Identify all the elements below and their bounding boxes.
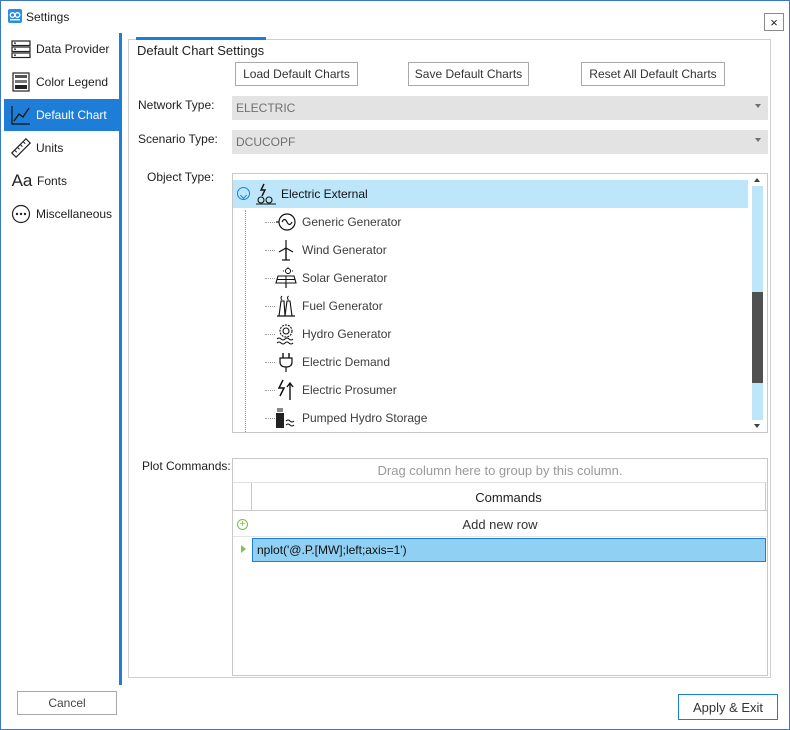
tree-item-fuel-generator[interactable]: Fuel Generator	[233, 292, 748, 320]
tree-item-electric-prosumer[interactable]: Electric Prosumer	[233, 376, 748, 404]
window-title: Settings	[26, 10, 70, 24]
ellipsis-circle-icon	[10, 203, 32, 225]
tree-item-label: Fuel Generator	[302, 299, 383, 313]
reset-all-default-charts-button[interactable]: Reset All Default Charts	[581, 62, 725, 86]
pumped-hydro-icon	[276, 408, 295, 428]
tree-item-label: Solar Generator	[302, 271, 388, 285]
color-legend-icon	[10, 71, 32, 93]
ruler-icon	[10, 137, 32, 159]
object-type-tree: Electric External Generic Generator Wind…	[232, 173, 768, 433]
generic-generator-icon	[276, 213, 296, 231]
sidebar-item-fonts[interactable]: Aa Fonts	[4, 165, 119, 197]
tree-connector	[265, 418, 275, 419]
tree-item-label: Generic Generator	[302, 215, 402, 229]
electric-external-icon	[256, 183, 276, 205]
add-new-row-label: Add new row	[462, 516, 538, 532]
add-icon: +	[237, 519, 248, 530]
tree-connector	[265, 222, 275, 223]
plot-commands-grid: Drag column here to group by this column…	[232, 458, 768, 676]
sidebar-item-label: Default Chart	[36, 108, 107, 122]
scrollbar-thumb[interactable]	[752, 292, 763, 383]
sidebar-item-miscellaneous[interactable]: Miscellaneous	[4, 198, 119, 230]
tree-connector	[265, 306, 275, 307]
tree-item-generic-generator[interactable]: Generic Generator	[233, 208, 748, 236]
settings-window: Settings × Data Provider Color Legend De…	[0, 0, 790, 730]
wind-turbine-icon	[278, 240, 294, 261]
sidebar-item-units[interactable]: Units	[4, 132, 119, 164]
collapse-icon[interactable]	[237, 187, 250, 200]
load-default-charts-button[interactable]: Load Default Charts	[235, 62, 358, 86]
tree-item-hydro-generator[interactable]: Hydro Generator	[233, 320, 748, 348]
tree-item-electric-demand[interactable]: Electric Demand	[233, 348, 748, 376]
scenario-type-select[interactable]: DCUCOPF	[232, 130, 768, 154]
save-default-charts-button[interactable]: Save Default Charts	[408, 62, 529, 86]
tree-connector	[265, 250, 275, 251]
add-new-row-button[interactable]: + Add new row	[233, 512, 767, 537]
sidebar-item-label: Fonts	[37, 174, 68, 188]
apply-exit-button[interactable]: Apply & Exit	[678, 694, 778, 720]
tree-item-label: Electric External	[281, 187, 368, 201]
tree-connector	[265, 390, 275, 391]
scroll-up-icon[interactable]	[749, 174, 766, 186]
fuel-plant-icon	[277, 295, 295, 317]
hydro-generator-icon	[276, 324, 294, 345]
tree-item-wind-generator[interactable]: Wind Generator	[233, 236, 748, 264]
command-cell[interactable]: nplot('@.P.[MW];left;axis=1')	[252, 538, 766, 562]
cancel-button[interactable]: Cancel	[17, 691, 117, 715]
tree-item-solar-generator[interactable]: Solar Generator	[233, 264, 748, 292]
sidebar-item-label: Units	[36, 141, 64, 155]
network-type-label: Network Type:	[138, 98, 215, 112]
object-type-label: Object Type:	[147, 170, 215, 184]
sidebar-item-color-legend[interactable]: Color Legend	[4, 66, 119, 98]
close-button[interactable]: ×	[764, 13, 784, 31]
close-icon: ×	[770, 14, 778, 30]
app-logo-icon	[8, 9, 22, 23]
plot-commands-label: Plot Commands:	[142, 459, 231, 473]
sidebar-divider	[119, 33, 122, 685]
page-title: Default Chart Settings	[137, 43, 265, 58]
solar-panel-icon	[275, 267, 297, 288]
sidebar-item-default-chart[interactable]: Default Chart	[4, 99, 119, 131]
tree-item-label: Electric Prosumer	[302, 383, 397, 397]
sidebar-item-label: Miscellaneous	[36, 207, 113, 221]
scroll-down-icon[interactable]	[749, 420, 766, 432]
tree-scrollbar[interactable]	[749, 174, 766, 432]
sidebar-item-label: Color Legend	[36, 75, 109, 89]
chevron-down-icon	[755, 104, 761, 108]
tree-item-label: Electric Demand	[302, 355, 391, 369]
title-bar: Settings ×	[1, 1, 789, 33]
sidebar-item-data-provider[interactable]: Data Provider	[4, 33, 119, 65]
chevron-down-icon	[755, 138, 761, 142]
network-type-select[interactable]: ELECTRIC	[232, 96, 768, 120]
network-type-value: ELECTRIC	[236, 101, 296, 115]
grid-header-indent	[233, 483, 252, 511]
tree-item-electric-external[interactable]: Electric External	[233, 180, 748, 208]
tree-item-pumped-hydro-storage[interactable]: Pumped Hydro Storage	[233, 404, 748, 432]
tree-item-label: Hydro Generator	[302, 327, 392, 341]
server-stack-icon	[10, 38, 32, 60]
sidebar-item-label: Data Provider	[36, 42, 110, 56]
commands-column-header[interactable]: Commands	[252, 483, 766, 511]
tree-connector	[265, 278, 275, 279]
scenario-type-label: Scenario Type:	[138, 132, 218, 146]
prosumer-icon	[277, 379, 294, 400]
plug-icon	[279, 353, 293, 372]
group-by-panel[interactable]: Drag column here to group by this column…	[233, 459, 767, 483]
scenario-type-value: DCUCOPF	[236, 135, 296, 149]
tree-item-label: Pumped Hydro Storage	[302, 411, 428, 425]
grid-header: Commands	[233, 483, 767, 511]
tree-connector	[265, 334, 275, 335]
row-indicator-icon	[233, 538, 252, 562]
table-row[interactable]: nplot('@.P.[MW];left;axis=1')	[233, 538, 767, 562]
settings-sidebar: Data Provider Color Legend Default Chart…	[4, 33, 119, 683]
font-aa-icon: Aa	[11, 171, 33, 190]
tree-item-label: Wind Generator	[302, 243, 387, 257]
line-chart-icon	[10, 104, 32, 126]
tree-connector	[265, 362, 275, 363]
panel-tab-indicator	[136, 37, 266, 40]
